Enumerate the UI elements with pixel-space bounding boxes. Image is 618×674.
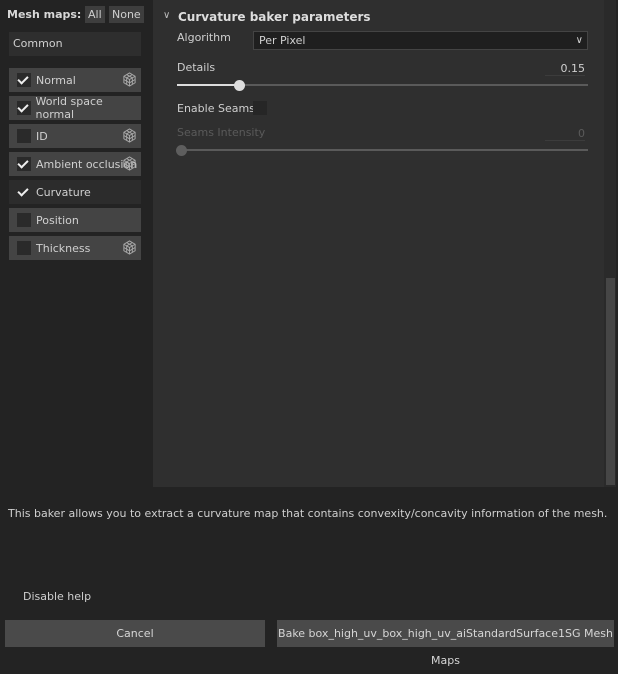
algorithm-select[interactable]: Per Pixel ∨	[253, 31, 588, 50]
mesh-map-label: ID	[36, 129, 48, 143]
group-common[interactable]: Common	[9, 32, 141, 56]
chevron-down-icon: ∨	[575, 35, 583, 46]
checkbox[interactable]	[17, 73, 31, 87]
mesh-maps-label: Mesh maps:	[7, 8, 82, 21]
cancel-button[interactable]: Cancel	[5, 620, 265, 647]
checkbox[interactable]	[17, 101, 31, 115]
select-none-button[interactable]: None	[109, 6, 144, 23]
mesh-map-item[interactable]: Position	[9, 208, 141, 232]
algorithm-label: Algorithm	[177, 31, 231, 44]
enable-seams-label: Enable Seams	[177, 102, 255, 115]
details-label: Details	[177, 61, 216, 74]
mesh-map-label: World space normal	[35, 95, 103, 121]
mesh-map-label: Curvature	[36, 185, 91, 199]
cube-icon[interactable]	[122, 156, 137, 171]
checkbox[interactable]	[17, 185, 31, 199]
mesh-map-label: Normal	[36, 73, 76, 87]
mesh-map-label: Thickness	[36, 241, 91, 255]
bake-button[interactable]: Bake box_high_uv_box_high_uv_aiStandardS…	[277, 620, 614, 667]
chevron-down-icon[interactable]: ∨	[163, 10, 170, 21]
mesh-map-item[interactable]: ID	[9, 124, 141, 148]
parameters-panel	[153, 0, 604, 487]
details-slider-handle[interactable]	[233, 80, 245, 91]
mesh-map-label: Position	[36, 213, 79, 227]
cube-icon[interactable]	[122, 72, 137, 87]
checkbox[interactable]	[17, 241, 31, 255]
help-text: This baker allows you to extract a curva…	[8, 507, 608, 520]
mesh-map-item[interactable]: Curvature	[9, 180, 141, 204]
scrollbar-thumb[interactable]	[606, 278, 615, 485]
checkbox[interactable]	[17, 129, 31, 143]
disable-help-button[interactable]: Disable help	[23, 590, 91, 603]
enable-seams-checkbox[interactable]	[253, 101, 267, 115]
mesh-map-item[interactable]: Thickness	[9, 236, 141, 260]
seams-intensity-slider	[177, 149, 588, 151]
cube-icon[interactable]	[122, 128, 137, 143]
details-value[interactable]: 0.15	[545, 62, 585, 76]
checkbox[interactable]	[17, 157, 31, 171]
select-all-button[interactable]: All	[85, 6, 105, 23]
algorithm-value: Per Pixel	[259, 34, 306, 47]
details-slider-fill	[177, 84, 239, 86]
mesh-map-item[interactable]: Normal	[9, 68, 141, 92]
checkbox[interactable]	[17, 213, 31, 227]
cube-icon[interactable]	[122, 240, 137, 255]
seams-intensity-label: Seams Intensity	[177, 126, 266, 139]
mesh-map-item[interactable]: Ambient occlusion	[9, 152, 141, 176]
seams-intensity-handle	[176, 145, 187, 156]
mesh-map-item[interactable]: World space normal	[9, 95, 141, 121]
seams-intensity-value: 0	[545, 127, 585, 141]
section-title: Curvature baker parameters	[178, 10, 371, 24]
